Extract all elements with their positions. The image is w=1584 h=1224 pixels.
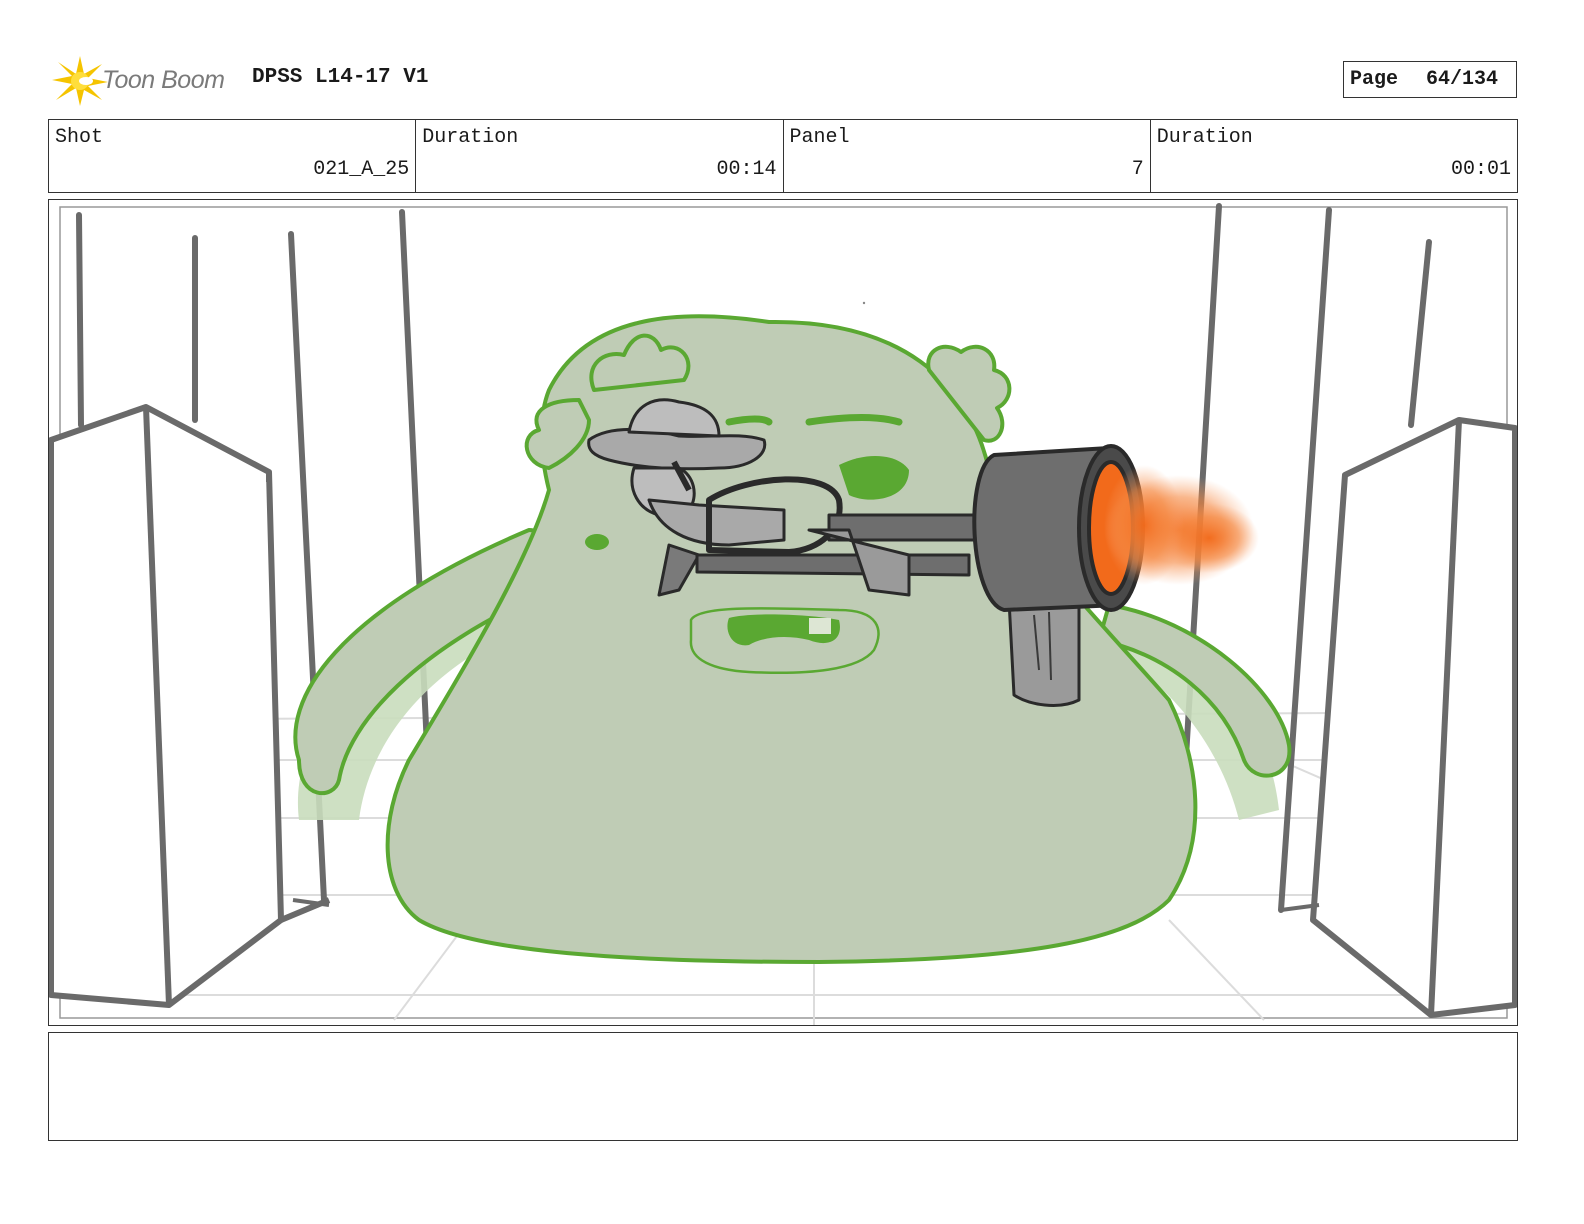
logo-wordmark: Toon Boom — [102, 66, 225, 94]
shot-duration-label: Duration — [422, 126, 519, 149]
storyboard-panel — [48, 199, 1518, 1026]
shot-cell: Shot 021_A_25 — [49, 120, 417, 192]
left-pillar-block — [49, 404, 331, 1008]
muzzle-flash — [1104, 465, 1259, 585]
shot-info-row: Shot 021_A_25 Duration 00:14 Panel 7 Dur… — [48, 119, 1518, 193]
panel-label: Panel — [789, 126, 850, 149]
shot-label: Shot — [55, 126, 104, 149]
page-indicator: Page 64/134 — [1343, 61, 1517, 98]
starburst-icon — [52, 56, 108, 106]
toon-boom-logo: Toon Boom — [50, 54, 240, 108]
panel-drawing — [49, 203, 1517, 1025]
panel-duration-value: 00:01 — [1450, 158, 1511, 181]
panel-cell: Panel 7 — [784, 120, 1151, 192]
page-label: Page — [1350, 68, 1399, 91]
shot-value: 021_A_25 — [313, 158, 410, 181]
project-title: DPSS L14-17 V1 — [252, 66, 429, 89]
panel-value: 7 — [1131, 158, 1144, 181]
panel-duration-cell: Duration 00:01 — [1151, 120, 1517, 192]
shot-duration-cell: Duration 00:14 — [416, 120, 784, 192]
shot-duration-value: 00:14 — [716, 158, 777, 181]
page-number: 64/134 — [1426, 68, 1499, 91]
panel-notes-box — [48, 1032, 1518, 1141]
sketch-speck — [862, 301, 866, 305]
right-pillar-block — [1310, 417, 1517, 1018]
panel-duration-label: Duration — [1156, 126, 1253, 149]
